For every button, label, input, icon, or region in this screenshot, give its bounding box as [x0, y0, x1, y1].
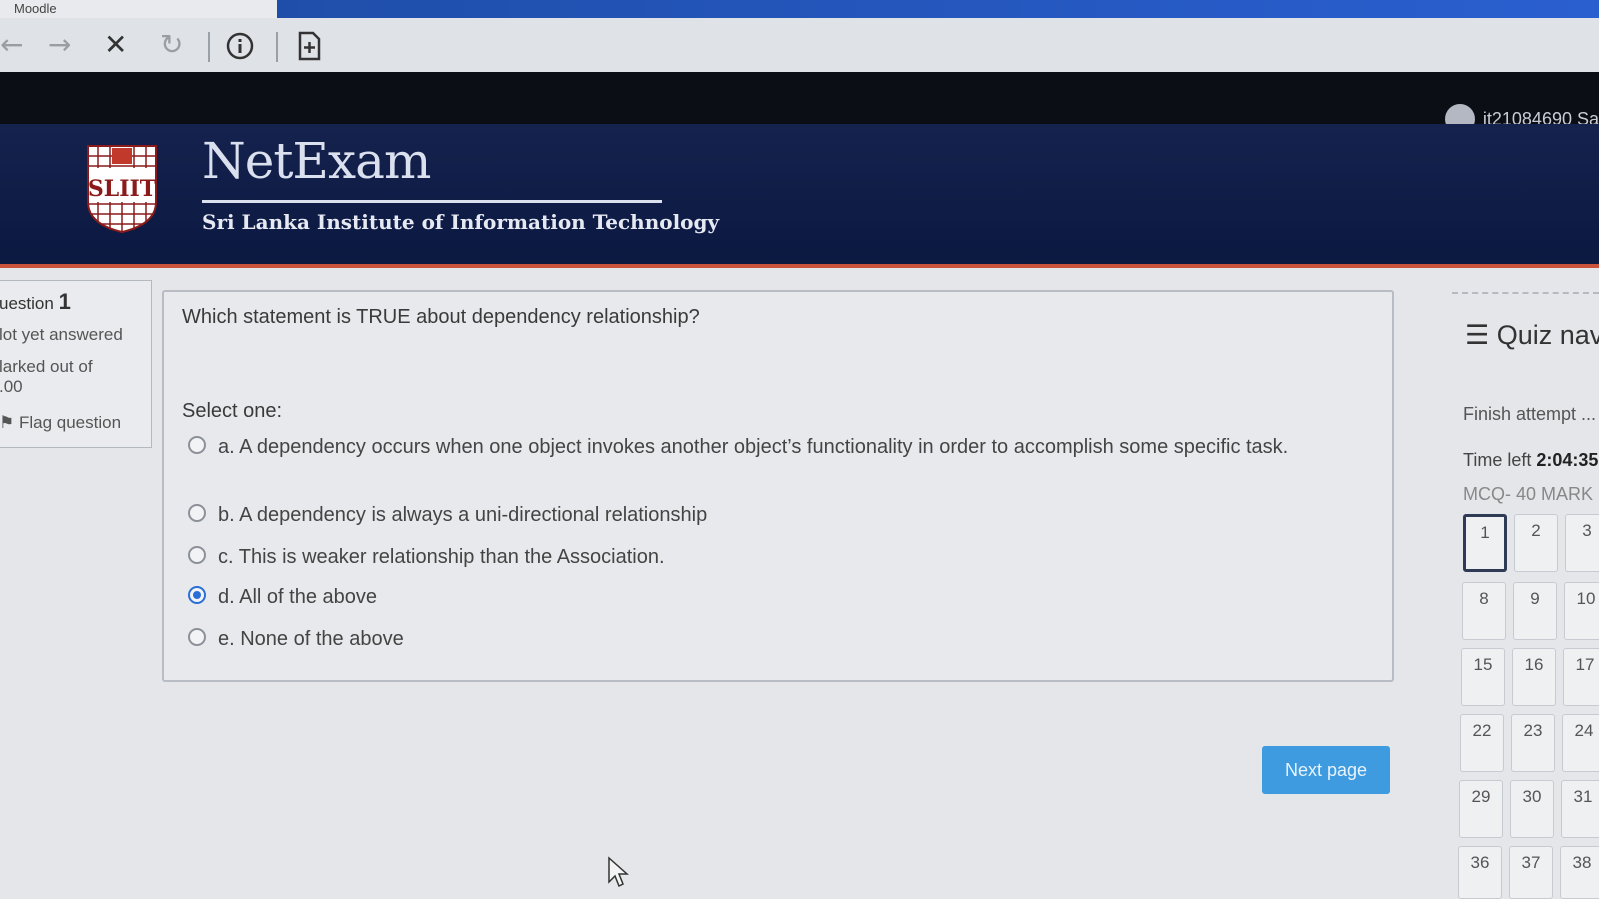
option-label: b. A dependency is always a uni-directio…	[218, 504, 708, 526]
add-bookmark-icon[interactable]	[296, 28, 322, 69]
question-text: Which statement is TRUE about dependency…	[182, 306, 700, 328]
browser-toolbar: ← → ✕ ↻	[0, 18, 1599, 72]
select-one-label: Select one:	[182, 400, 283, 422]
header-accent-line	[0, 264, 1599, 268]
quiz-nav-button-label: 9	[1530, 589, 1540, 608]
question-card: Which statement is TRUE about dependency…	[162, 290, 1394, 682]
forward-arrow-icon[interactable]: →	[48, 28, 71, 62]
quiz-nav-button-label: 17	[1575, 655, 1595, 674]
toolbar-separator	[276, 32, 278, 62]
quiz-nav-button[interactable]: 16	[1512, 648, 1556, 706]
quiz-nav-button-current[interactable]: 1	[1463, 514, 1507, 572]
hamburger-icon[interactable]: ☰	[1465, 320, 1489, 350]
quiz-nav-button[interactable]: 15	[1461, 648, 1505, 706]
top-navbar	[0, 72, 1599, 124]
quiz-nav-divider	[1452, 292, 1599, 294]
option-label: c. This is weaker relationship than the …	[218, 546, 665, 568]
quiz-nav-button[interactable]: 23	[1511, 714, 1555, 772]
tab-title: Moodle	[14, 1, 57, 16]
browser-tab[interactable]: Moodle	[0, 0, 289, 18]
info-icon[interactable]	[226, 28, 254, 68]
quiz-nav-button[interactable]: 30	[1510, 780, 1554, 838]
quiz-nav-button-label: 23	[1523, 721, 1543, 740]
time-left: Time left 2:04:35	[1463, 450, 1598, 471]
quiz-nav-button-label: 16	[1524, 655, 1544, 674]
toolbar-separator	[208, 32, 210, 62]
stop-icon[interactable]: ✕	[104, 28, 127, 62]
finish-attempt-link[interactable]: Finish attempt ...	[1463, 404, 1596, 425]
radio-button[interactable]	[188, 436, 206, 454]
quiz-nav-button-label: 24	[1574, 721, 1594, 740]
quiz-nav-button[interactable]: 3	[1565, 514, 1599, 572]
radio-button[interactable]	[188, 546, 206, 564]
quiz-nav-button[interactable]: 2	[1514, 514, 1558, 572]
quiz-nav-button-label: 3	[1582, 521, 1592, 540]
quiz-section-title: MCQ- 40 MARK	[1463, 484, 1594, 504]
brand-underline	[202, 200, 662, 203]
logo-text: SLIIT	[88, 176, 157, 202]
time-left-value: 2:04:35	[1536, 450, 1599, 470]
quiz-nav-button-label: 31	[1573, 787, 1593, 806]
back-arrow-icon[interactable]: ←	[0, 28, 23, 62]
quiz-nav-button[interactable]: 36	[1458, 846, 1502, 899]
quiz-nav-button-label: 36	[1470, 853, 1490, 872]
quiz-nav-button[interactable]: 9	[1513, 582, 1557, 640]
radio-button[interactable]	[188, 628, 206, 646]
quiz-nav-button[interactable]: 31	[1561, 780, 1599, 838]
question-info-panel: uestion 1 lot yet answered larked out of…	[0, 280, 152, 448]
quiz-nav-title: ☰ Quiz nav	[1465, 320, 1599, 351]
question-label: uestion	[0, 294, 54, 313]
quiz-nav-button[interactable]: 37	[1509, 846, 1553, 899]
question-state: lot yet answered	[0, 325, 123, 344]
quiz-nav-button-label: 38	[1572, 853, 1592, 872]
marks-value: .00	[0, 377, 23, 396]
option-label: e. None of the above	[218, 628, 404, 650]
quiz-nav-button-label: 10	[1576, 589, 1596, 608]
brand-subtitle: Sri Lanka Institute of Information Techn…	[202, 210, 720, 234]
quiz-nav-button[interactable]: 8	[1462, 582, 1506, 640]
radio-button[interactable]	[188, 504, 206, 522]
option-label: a. A dependency occurs when one object i…	[218, 436, 1289, 458]
site-header: SLIIT NetExam Sri Lanka Institute of Inf…	[0, 124, 1599, 268]
next-page-button[interactable]: Next page	[1262, 746, 1390, 794]
quiz-nav-title-text: Quiz nav	[1496, 320, 1599, 350]
quiz-nav-button[interactable]: 38	[1560, 846, 1599, 899]
quiz-nav-button[interactable]: 29	[1459, 780, 1503, 838]
quiz-nav-button[interactable]: 24	[1562, 714, 1599, 772]
marks-label: larked out of	[0, 357, 93, 376]
option-label: d. All of the above	[218, 586, 378, 608]
quiz-nav-button-label: 2	[1531, 521, 1541, 540]
quiz-nav-button-label: 30	[1522, 787, 1542, 806]
flag-icon: ⚑	[0, 413, 15, 432]
radio-button-selected[interactable]	[188, 586, 206, 604]
flag-question-link[interactable]: ⚑ Flag question	[0, 413, 121, 433]
reload-icon[interactable]: ↻	[160, 28, 183, 62]
time-left-label: Time left	[1463, 450, 1532, 470]
question-number-value: 1	[58, 289, 71, 314]
quiz-nav-button-label: 15	[1473, 655, 1493, 674]
sliit-logo: SLIIT	[86, 144, 158, 234]
quiz-nav-button-label: 22	[1472, 721, 1492, 740]
question-marks: larked out of .00	[0, 357, 147, 397]
quiz-nav-button[interactable]: 10	[1564, 582, 1599, 640]
flag-question-label: Flag question	[18, 413, 122, 432]
quiz-nav-button-label: 29	[1471, 787, 1491, 806]
question-number: uestion 1	[0, 289, 71, 315]
quiz-nav-button-label: 1	[1480, 523, 1490, 542]
quiz-nav-button-label: 8	[1479, 589, 1489, 608]
quiz-nav-button[interactable]: 17	[1563, 648, 1599, 706]
brand-title: NetExam	[202, 132, 431, 190]
browser-tabstrip: Moodle	[0, 0, 1599, 42]
quiz-nav-button[interactable]: 22	[1460, 714, 1504, 772]
quiz-nav-button-label: 37	[1521, 853, 1541, 872]
